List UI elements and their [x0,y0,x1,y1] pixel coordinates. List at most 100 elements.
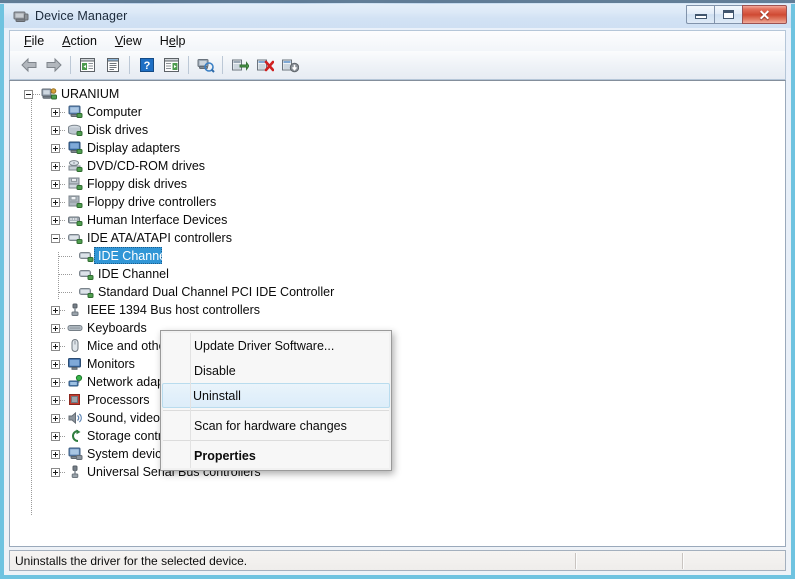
system-device-icon [67,446,83,462]
minimize-button[interactable] [686,5,714,24]
device-tree: URANIUM Computer Disk drives Display ada… [10,85,785,516]
show-hide-action-pane-icon[interactable] [160,54,183,77]
guide-h-ide [60,238,66,239]
ide-channel-icon [78,248,94,264]
expand-box-storage-controllers[interactable] [51,431,60,441]
tree-node-hid[interactable]: Human Interface Devices [10,211,785,229]
properties-icon[interactable] [101,54,124,77]
disk-drive-icon [67,122,83,138]
usb-controller-icon [67,464,83,480]
storage-controller-icon [67,428,83,444]
expand-box-disk-drives[interactable] [51,125,60,135]
tree-node-display-adapters[interactable]: Display adapters [10,139,785,157]
guide-h-display [60,148,66,149]
tree-node-ieee1394[interactable]: IEEE 1394 Bus host controllers [10,301,785,319]
guide-h-kb [60,328,66,329]
tree-node-sound-controllers[interactable]: Sound, video and game controllers [10,409,785,427]
status-bar-divider-1 [575,553,577,569]
menu-action-rest: ction [70,33,97,48]
tree-node-monitors[interactable]: Monitors [10,355,785,373]
collapse-box-ide-controllers[interactable] [51,233,60,243]
tree-node-standard-ide-controller[interactable]: Standard Dual Channel PCI IDE Controller [10,283,785,301]
context-menu-item-properties-label: Properties [194,448,256,463]
expand-box-computer[interactable] [51,107,60,117]
enable-device-icon[interactable] [278,54,301,77]
tree-node-network-adapters[interactable]: Network adapters [10,373,785,391]
tree-node-floppy-disk-drives[interactable]: Floppy disk drives [10,175,785,193]
expand-box-processors[interactable] [51,395,60,405]
expand-box-sound-controllers[interactable] [51,413,60,423]
tree-node-dvd-drives[interactable]: DVD/CD-ROM drives [10,157,785,175]
tree-node-root[interactable]: URANIUM [10,85,785,103]
uninstall-icon[interactable] [253,54,276,77]
expand-box-hid[interactable] [51,215,60,225]
maximize-button[interactable] [714,5,742,24]
collapse-box-root[interactable] [24,89,33,99]
expand-box-keyboards[interactable] [51,323,60,333]
menu-file[interactable]: File [15,32,53,51]
menu-action[interactable]: Action [53,32,106,51]
tree-node-disk-drives[interactable]: Disk drives [10,121,785,139]
expand-box-display-adapters[interactable] [51,143,60,153]
expand-box-ieee1394[interactable] [51,305,60,315]
context-menu-separator-2 [163,440,389,441]
show-hide-console-tree-icon[interactable] [76,54,99,77]
toolbar-separator-4 [222,56,223,74]
scan-for-hardware-changes-icon[interactable] [194,54,217,77]
tree-guide-h-root [33,94,40,95]
expand-box-usb-controllers[interactable] [51,467,60,477]
tree-node-root-label: URANIUM [61,86,120,101]
expand-box-system-devices[interactable] [51,449,60,459]
hid-icon [67,212,83,228]
forward-icon[interactable] [42,54,65,77]
minimize-icon [694,14,707,19]
guide-h-floppyctrl [60,202,66,203]
context-menu-item-update-driver-software-label: Update Driver Software... [194,338,335,353]
expand-box-mice[interactable] [51,341,60,351]
help-icon[interactable]: ? [135,54,158,77]
context-menu-item-scan-for-hardware-changes[interactable]: Scan for hardware changes [163,413,389,438]
tree-node-computer[interactable]: Computer [10,103,785,121]
guide-h-net [60,382,66,383]
guide-h-floppy [60,184,66,185]
device-tree-pane[interactable]: URANIUM Computer Disk drives Display ada… [9,80,786,547]
tree-node-floppy-controllers[interactable]: Floppy drive controllers [10,193,785,211]
tree-node-keyboards[interactable]: Keyboards [10,319,785,337]
tree-node-usb-controllers[interactable]: Universal Serial Bus controllers [10,463,785,481]
menu-view[interactable]: View [106,32,151,51]
expand-box-monitors[interactable] [51,359,60,369]
context-menu-item-properties[interactable]: Properties [163,443,389,468]
context-menu-item-disable-label: Disable [194,363,236,378]
title-bar[interactable]: Device Manager ✕ [4,4,791,28]
context-menu-item-uninstall[interactable]: Uninstall [162,383,390,408]
tree-node-ieee1394-label: IEEE 1394 Bus host controllers [87,302,261,317]
tree-node-processors[interactable]: Processors [10,391,785,409]
tree-node-ide-channel-1[interactable]: IDE Channel [10,265,785,283]
tree-node-keyboards-label: Keyboards [87,320,147,335]
expand-box-floppy-controllers[interactable] [51,197,60,207]
window-title: Device Manager [35,8,128,23]
update-driver-software-icon[interactable] [228,54,251,77]
computer-icon [67,104,83,120]
guide-h-disk [60,130,66,131]
back-icon[interactable] [17,54,40,77]
tree-node-mice[interactable]: Mice and other pointing devices [10,337,785,355]
tree-node-system-devices[interactable]: System devices [10,445,785,463]
context-menu-item-disable[interactable]: Disable [163,358,389,383]
context-menu-item-scan-for-hardware-changes-label: Scan for hardware changes [194,418,347,433]
tree-node-ide-channel-0[interactable]: IDE Channel [10,247,785,265]
tree-node-storage-controllers[interactable]: Storage controllers [10,427,785,445]
ieee1394-icon [67,302,83,318]
context-menu-item-update-driver-software[interactable]: Update Driver Software... [163,333,389,358]
expand-box-dvd-drives[interactable] [51,161,60,171]
expand-box-floppy-disk-drives[interactable] [51,179,60,189]
close-button[interactable]: ✕ [742,5,787,24]
menu-help[interactable]: Help [151,32,195,51]
expand-box-network-adapters[interactable] [51,377,60,387]
context-menu: Update Driver Software... Disable Uninst… [160,330,392,471]
menu-help-rest: lp [175,33,186,48]
guide-h-sys [60,454,66,455]
tree-node-ide-controllers[interactable]: IDE ATA/ATAPI controllers [10,229,785,247]
network-adapter-icon [67,374,83,390]
tree-node-dvd-drives-label: DVD/CD-ROM drives [87,158,206,173]
